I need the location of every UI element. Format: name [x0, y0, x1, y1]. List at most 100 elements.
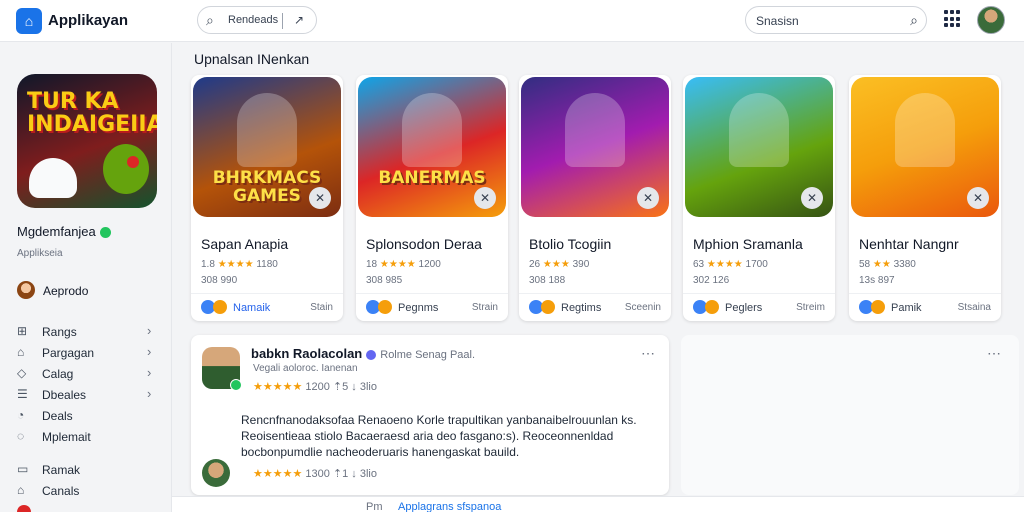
card-footer-label[interactable]: Regtims — [561, 302, 601, 314]
close-icon[interactable]: ✕ — [967, 187, 989, 209]
sidebar-item-dbeales[interactable]: ☰ Dbeales › — [0, 384, 172, 405]
rating-value: 18 — [366, 259, 378, 270]
star-rating: ★★★★ — [379, 259, 416, 270]
sidebar-item-label: Calag — [42, 367, 74, 381]
search-input[interactable]: Snasisn ⌕ — [745, 6, 927, 34]
card-footer-label[interactable]: Peglers — [725, 302, 762, 314]
sidebar-item-label: Deals — [42, 409, 73, 423]
sidebar-item-ramak[interactable]: ▭ Ramak — [0, 459, 172, 480]
bottom-label: Pm — [366, 501, 383, 512]
reply-avatar[interactable] — [202, 459, 230, 487]
grid-icon: ⊞ — [17, 324, 28, 338]
badge-icon — [705, 300, 719, 314]
controller-character-icon — [29, 158, 77, 198]
featured-app-developer[interactable]: Aeprodo — [17, 280, 167, 300]
game-character-icon — [402, 93, 462, 167]
reviewer-avatar[interactable] — [202, 347, 242, 391]
search-icon[interactable]: ⌕ — [910, 12, 918, 29]
close-icon[interactable]: ✕ — [637, 187, 659, 209]
card-footer-action[interactable]: Stsaina — [958, 302, 991, 313]
chevron-right-icon: › — [147, 365, 152, 380]
app-rating: 26 ★★★ 390 — [529, 259, 589, 270]
featured-app-tile[interactable]: TUR KA INDAIGEIIA — [17, 74, 157, 208]
app-logo-icon[interactable]: ⌂ — [16, 8, 42, 34]
featured-app-name[interactable]: Mgdemfanjea — [17, 224, 111, 239]
close-icon[interactable]: ✕ — [474, 187, 496, 209]
chevron-right-icon: › — [147, 323, 152, 338]
card-footer-action[interactable]: Strain — [472, 302, 498, 313]
sidebar-item-rangs[interactable]: ⊞ Rangs › — [0, 321, 172, 342]
divider — [282, 13, 283, 29]
card-footer-label[interactable]: Pamik — [891, 302, 922, 314]
user-avatar[interactable] — [977, 6, 1005, 34]
sidebar-item-label: Dbeales — [42, 388, 87, 402]
game-character-icon — [565, 93, 625, 167]
app-name[interactable]: Mphion Sramanla — [693, 236, 803, 252]
sidebar-item-label: Mplemait — [42, 430, 91, 444]
app-card[interactable]: BHRKMACS GAMES ✕ Sapan Anapia 1.8 ★★★★ 1… — [191, 75, 343, 321]
close-icon[interactable]: ✕ — [309, 187, 331, 209]
app-card[interactable]: ✕ Btolio Tcogiin 26 ★★★ 390 308 188 Regt… — [519, 75, 671, 321]
game-character-icon — [895, 93, 955, 167]
sidebar-item-label: Canals — [42, 484, 80, 498]
close-icon[interactable]: ✕ — [801, 187, 823, 209]
app-name[interactable]: Sapan Anapia — [201, 236, 288, 252]
card-footer: Regtims Sceenin — [519, 293, 671, 321]
chevron-right-icon: › — [147, 344, 152, 359]
app-name[interactable]: Btolio Tcogiin — [529, 236, 611, 252]
app-card[interactable]: ✕ Mphion Sramanla 63 ★★★★ 1700 302 126 P… — [683, 75, 835, 321]
card-footer-action[interactable]: Stain — [310, 302, 333, 313]
top-bar: ⌂ Applikayan ⌕ Rendeads ↗ Snasisn ⌕ — [0, 0, 1024, 42]
review-rating-row: ★★★★★ 1200 ⇡5 ↓ 3lio — [253, 380, 377, 393]
filter-search-button[interactable]: ⌕ Rendeads ↗ — [197, 6, 317, 34]
rating-count: 1700 — [745, 259, 768, 270]
more-options-icon[interactable]: ⋯ — [987, 345, 1001, 362]
rating-value: 1.8 — [201, 259, 215, 270]
card-footer-action[interactable]: Sceenin — [625, 302, 661, 313]
sidebar-item-mplemait[interactable]: ◌ Mplemait — [0, 426, 172, 447]
sidebar-item-calag[interactable]: ◇ Calag › — [0, 363, 172, 384]
badge-icon — [378, 300, 392, 314]
game-character-icon — [729, 93, 789, 167]
app-name[interactable]: Splonsodon Deraa — [366, 236, 482, 252]
apps-grid-icon[interactable] — [944, 10, 962, 28]
star-rating: ★★★★ — [706, 259, 743, 270]
star-rating: ★★★★ — [217, 259, 254, 270]
app-card[interactable]: BANERMAS ✕ Splonsodon Deraa 18 ★★★★ 1200… — [356, 75, 508, 321]
bottom-link[interactable]: Applagrans sfspanoa — [398, 501, 501, 512]
tag-icon: ◇ — [17, 366, 27, 380]
sidebar-item-label: Ramak — [42, 463, 81, 477]
sidebar-item-label: Pargagan — [42, 346, 95, 360]
sidebar-item-pargagan[interactable]: ⌂ Pargagan › — [0, 342, 172, 363]
card-footer-label[interactable]: Pegnms — [398, 302, 438, 314]
card-footer-action[interactable]: Streim — [796, 302, 825, 313]
arrow-icon[interactable]: ↗ — [294, 13, 304, 27]
download-count: 13s 897 — [859, 275, 895, 286]
game-character-icon — [237, 93, 297, 167]
review-body: Rencnfnanodaksofaa Renaoeno Korle trapul… — [241, 413, 637, 459]
sidebar-item-deals[interactable]: ◔ Deals — [0, 405, 172, 426]
star-rating: ★★★★★ — [253, 468, 303, 480]
card-footer-label[interactable]: Namaik — [233, 302, 270, 314]
notification-dot-icon — [17, 505, 31, 512]
card-footer: Pamik Stsaina — [849, 293, 1001, 321]
sidebar-item-label: Rangs — [42, 325, 77, 339]
app-name[interactable]: Nenhtar Nangnr — [859, 236, 959, 252]
download-count: 308 188 — [529, 275, 566, 286]
user-icon: ⌂ — [17, 483, 25, 497]
badge-icon — [213, 300, 227, 314]
chat-icon: ◌ — [17, 429, 25, 443]
star-rating: ★★★ — [542, 259, 570, 270]
more-options-icon[interactable]: ⋯ — [641, 345, 655, 362]
featured-app-subtitle: Applikseia — [17, 248, 63, 259]
chevron-right-icon: › — [147, 386, 152, 401]
rating-value: 58 — [859, 259, 871, 270]
review-stats: 1200 ⇡5 ↓ 3lio — [305, 381, 377, 393]
doc-icon: ▭ — [17, 462, 29, 476]
reviewer-name[interactable]: babkn Raolacolan Rolme Senag Paal. — [251, 346, 475, 361]
list-icon: ☰ — [17, 387, 28, 401]
sidebar-item-canals[interactable]: ⌂ Canals — [0, 480, 172, 501]
rating-count: 1200 — [418, 259, 441, 270]
app-card[interactable]: ✕ Nenhtar Nangnr 58 ★★ 3380 13s 897 Pami… — [849, 75, 1001, 321]
developer-label: Aeprodo — [43, 284, 89, 298]
